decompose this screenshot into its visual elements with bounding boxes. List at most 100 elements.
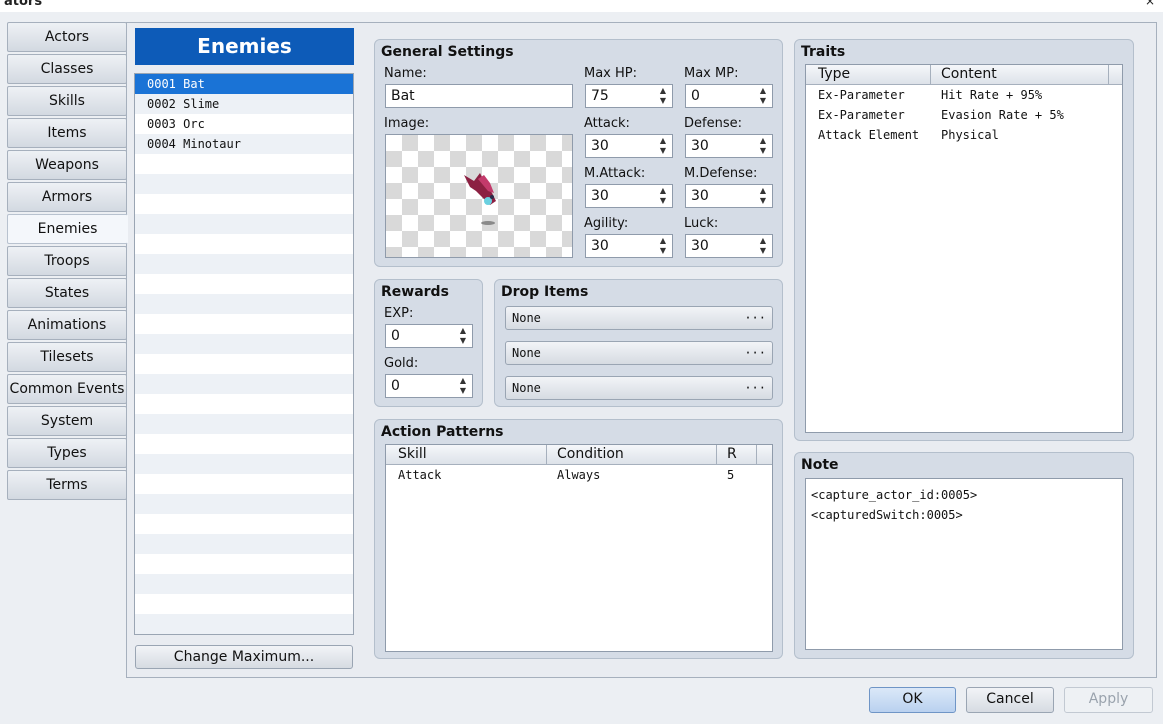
sidebar-item-skills[interactable]: Skills (7, 86, 127, 116)
column-header-r[interactable]: R (727, 446, 737, 462)
list-item[interactable]: 0002 Slime (135, 94, 353, 114)
table-row-empty[interactable] (806, 345, 1122, 365)
table-row-empty[interactable] (806, 225, 1122, 245)
name-field[interactable]: Bat (385, 84, 573, 108)
enemy-list[interactable]: 0001 Bat 0002 Slime 0003 Orc 0004 Minota… (134, 73, 354, 635)
list-item-empty[interactable] (135, 534, 353, 554)
close-icon[interactable]: × (1145, 0, 1155, 8)
sidebar-item-armors[interactable]: Armors (7, 182, 127, 212)
increment-icon[interactable]: ▲ (459, 377, 467, 385)
table-row-empty[interactable] (806, 165, 1122, 185)
defense-stepper[interactable]: 30 ▲ ▼ (685, 134, 773, 158)
increment-icon[interactable]: ▲ (659, 237, 667, 245)
decrement-icon[interactable]: ▼ (659, 247, 667, 255)
ok-button[interactable]: OK (869, 687, 956, 713)
table-row-empty[interactable] (386, 585, 772, 605)
drop-item-button[interactable]: None ··· (505, 306, 773, 330)
apply-button[interactable]: Apply (1064, 687, 1153, 713)
table-row-empty[interactable] (806, 265, 1122, 285)
note-textarea[interactable]: <capture_actor_id:0005> <capturedSwitch:… (805, 478, 1123, 650)
drop-item-button[interactable]: None ··· (505, 341, 773, 365)
sidebar-item-actors[interactable]: Actors (7, 22, 127, 52)
list-item-empty[interactable] (135, 474, 353, 494)
list-item-empty[interactable] (135, 454, 353, 474)
column-header-content[interactable]: Content (941, 66, 997, 82)
list-item-empty[interactable] (135, 274, 353, 294)
list-item[interactable]: 0004 Minotaur (135, 134, 353, 154)
decrement-icon[interactable]: ▼ (759, 97, 767, 105)
decrement-icon[interactable]: ▼ (759, 247, 767, 255)
table-row-empty[interactable] (386, 545, 772, 565)
list-item-empty[interactable] (135, 494, 353, 514)
sidebar-item-system[interactable]: System (7, 406, 127, 436)
sidebar-item-troops[interactable]: Troops (7, 246, 127, 276)
decrement-icon[interactable]: ▼ (659, 197, 667, 205)
sidebar-item-weapons[interactable]: Weapons (7, 150, 127, 180)
decrement-icon[interactable]: ▼ (459, 387, 467, 395)
drop-item-button[interactable]: None ··· (505, 376, 773, 400)
list-item-empty[interactable] (135, 614, 353, 634)
cancel-button[interactable]: Cancel (966, 687, 1054, 713)
decrement-icon[interactable]: ▼ (659, 97, 667, 105)
increment-icon[interactable]: ▲ (759, 137, 767, 145)
table-row[interactable]: Attack Always 5 (386, 465, 772, 485)
action-patterns-table[interactable]: Skill Condition R Attack Always 5 (385, 444, 773, 652)
increment-icon[interactable]: ▲ (659, 137, 667, 145)
table-row-empty[interactable] (386, 605, 772, 625)
increment-icon[interactable]: ▲ (659, 187, 667, 195)
m-attack-stepper[interactable]: 30 ▲ ▼ (585, 184, 673, 208)
column-header-skill[interactable]: Skill (398, 446, 427, 462)
table-row-empty[interactable] (806, 365, 1122, 385)
luck-stepper[interactable]: 30 ▲ ▼ (685, 234, 773, 258)
table-row-empty[interactable] (386, 565, 772, 585)
increment-icon[interactable]: ▲ (759, 187, 767, 195)
list-item-empty[interactable] (135, 394, 353, 414)
decrement-icon[interactable]: ▼ (759, 147, 767, 155)
increment-icon[interactable]: ▲ (759, 87, 767, 95)
list-item-empty[interactable] (135, 294, 353, 314)
max-hp-stepper[interactable]: 75 ▲ ▼ (585, 84, 673, 108)
list-item-empty[interactable] (135, 414, 353, 434)
list-item[interactable]: 0001 Bat (135, 74, 353, 94)
sidebar-item-items[interactable]: Items (7, 118, 127, 148)
decrement-icon[interactable]: ▼ (759, 197, 767, 205)
table-row-empty[interactable] (806, 285, 1122, 305)
table-row-empty[interactable] (806, 405, 1122, 425)
agility-stepper[interactable]: 30 ▲ ▼ (585, 234, 673, 258)
increment-icon[interactable]: ▲ (459, 327, 467, 335)
increment-icon[interactable]: ▲ (659, 87, 667, 95)
list-item-empty[interactable] (135, 214, 353, 234)
increment-icon[interactable]: ▲ (759, 237, 767, 245)
table-row-empty[interactable] (806, 185, 1122, 205)
table-row[interactable]: Ex-Parameter Evasion Rate + 5% (806, 105, 1122, 125)
column-header-condition[interactable]: Condition (557, 446, 624, 462)
table-row-empty[interactable] (386, 525, 772, 545)
list-item-empty[interactable] (135, 154, 353, 174)
sidebar-item-animations[interactable]: Animations (7, 310, 127, 340)
enemy-image[interactable] (385, 134, 573, 258)
list-item-empty[interactable] (135, 194, 353, 214)
table-row-empty[interactable] (386, 505, 772, 525)
sidebar-item-common-events[interactable]: Common Events (7, 374, 127, 404)
table-row-empty[interactable] (806, 205, 1122, 225)
decrement-icon[interactable]: ▼ (659, 147, 667, 155)
m-defense-stepper[interactable]: 30 ▲ ▼ (685, 184, 773, 208)
table-row-empty[interactable] (386, 485, 772, 505)
attack-stepper[interactable]: 30 ▲ ▼ (585, 134, 673, 158)
sidebar-item-tilesets[interactable]: Tilesets (7, 342, 127, 372)
list-item[interactable]: 0003 Orc (135, 114, 353, 134)
list-item-empty[interactable] (135, 554, 353, 574)
list-item-empty[interactable] (135, 254, 353, 274)
list-item-empty[interactable] (135, 514, 353, 534)
list-item-empty[interactable] (135, 594, 353, 614)
traits-table[interactable]: Type Content Ex-Parameter Hit Rate + 95%… (805, 64, 1123, 433)
decrement-icon[interactable]: ▼ (459, 337, 467, 345)
sidebar-item-enemies[interactable]: Enemies (7, 214, 128, 244)
list-item-empty[interactable] (135, 314, 353, 334)
list-item-empty[interactable] (135, 354, 353, 374)
list-item-empty[interactable] (135, 174, 353, 194)
table-row[interactable]: Attack Element Physical (806, 125, 1122, 145)
sidebar-item-types[interactable]: Types (7, 438, 127, 468)
sidebar-item-terms[interactable]: Terms (7, 470, 127, 500)
sidebar-item-classes[interactable]: Classes (7, 54, 127, 84)
